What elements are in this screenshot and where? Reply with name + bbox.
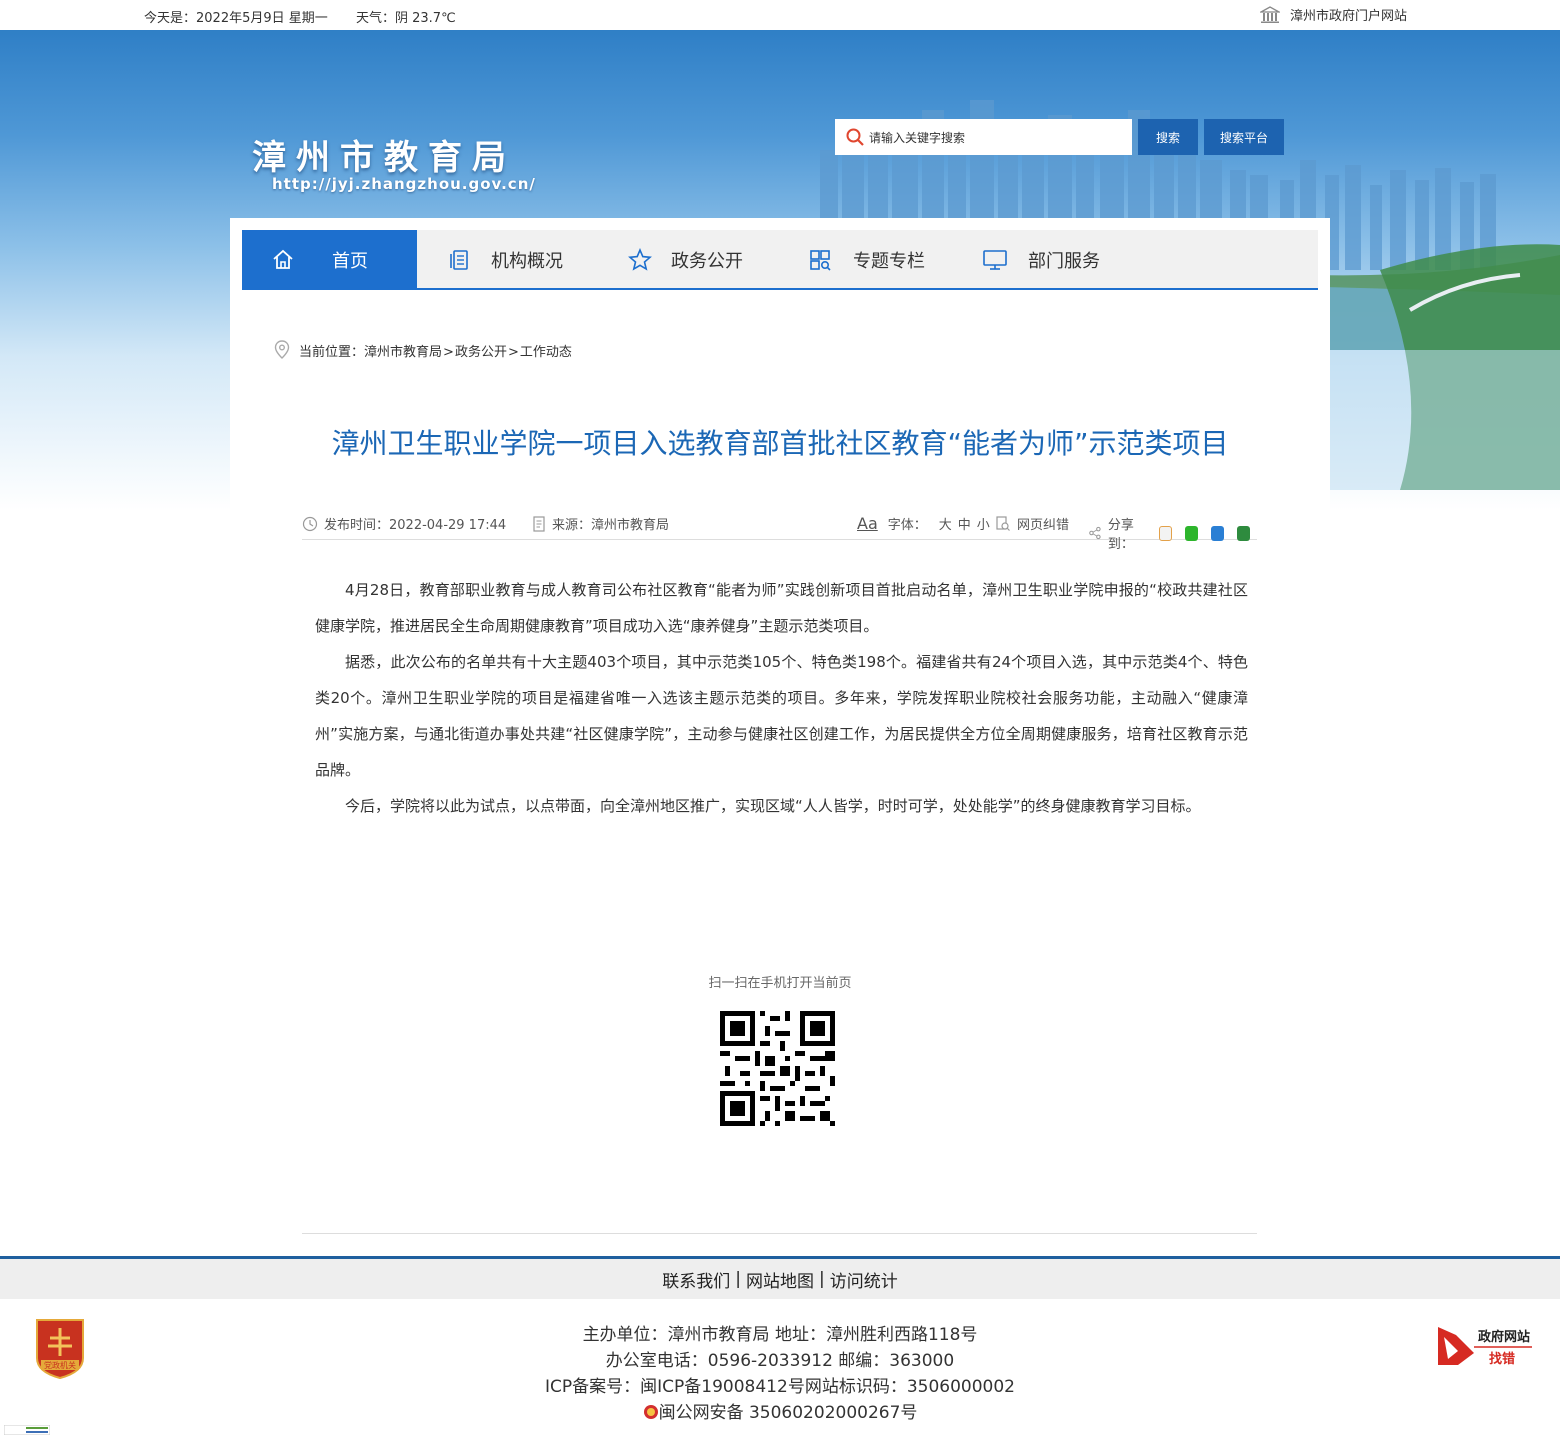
- nav-public-label: 政务公开: [671, 251, 743, 272]
- gov-website-error-report[interactable]: 政府网站 找错: [1436, 1323, 1536, 1369]
- share-bar: 分享到：: [1088, 514, 1257, 552]
- publish-time: 发布时间：2022-04-29 17:44: [302, 514, 506, 533]
- content-divider: [302, 1233, 1257, 1234]
- portal-link[interactable]: 漳州市政府门户网站: [1260, 5, 1407, 24]
- error-report-link[interactable]: 网页纠错: [995, 514, 1069, 533]
- font-medium-button[interactable]: 中: [958, 514, 971, 533]
- nav-about-label: 机构概况: [491, 251, 563, 272]
- breadcrumb-prefix: 当前位置：: [299, 344, 365, 360]
- footer-link-divider: |: [819, 1269, 825, 1289]
- party-badge-text: 党政机关: [44, 1360, 76, 1370]
- top-bar: 今天是：2022年5月9日 星期一 天气：阴 23.7℃ 漳州市政府门户网站: [0, 0, 1560, 30]
- home-icon: [270, 247, 296, 273]
- wechat-share-icon[interactable]: [1185, 525, 1199, 541]
- document-icon: [447, 247, 473, 273]
- font-label: 字体：: [887, 518, 927, 533]
- nav-public[interactable]: 政务公开: [597, 230, 777, 290]
- search-platform-button[interactable]: 搜索平台: [1204, 119, 1284, 155]
- qr-code-image: [720, 1011, 835, 1126]
- site-title: 漳州市教育局: [252, 138, 516, 178]
- search-doc-icon: [996, 515, 1010, 531]
- font-size-icon: Aa: [857, 514, 878, 533]
- footer-icp: ICP备案号：闽ICP备19008412号网站标识码：3506000002: [545, 1377, 1015, 1397]
- grid-icon: [807, 247, 833, 273]
- main-nav: 首页 机构概况 政务公开 专题专栏 部门服务: [242, 230, 1318, 290]
- douban-share-icon[interactable]: [1237, 525, 1250, 541]
- breadcrumb-separator: >: [443, 344, 454, 360]
- monitor-icon: [982, 247, 1008, 273]
- footer-links: 联系我们 | 网站地图 | 访问统计: [0, 1256, 1560, 1299]
- gov-site-sub: 找错: [1489, 1351, 1515, 1367]
- font-small-button[interactable]: 小: [977, 514, 990, 533]
- nav-topics-label: 专题专栏: [853, 251, 925, 272]
- location-pin-icon: [274, 340, 290, 359]
- breadcrumb-home[interactable]: 漳州市教育局: [364, 345, 442, 360]
- nav-topics[interactable]: 专题专栏: [777, 230, 952, 290]
- nav-about[interactable]: 机构概况: [417, 230, 597, 290]
- article-body: 4月28日，教育部职业教育与成人教育司公布社区教育“能者为师”实践创新项目首批启…: [315, 572, 1248, 824]
- nav-services[interactable]: 部门服务: [952, 230, 1132, 290]
- police-badge-icon: [643, 1405, 658, 1419]
- search-placeholder: 请输入关键字搜索: [869, 130, 966, 145]
- footer-sitemap-link[interactable]: 网站地图: [746, 1267, 814, 1292]
- article-paragraph: 据悉，此次公布的名单共有十大主题403个项目，其中示范类105个、特色类198个…: [315, 653, 1248, 779]
- breadcrumb: 当前位置：漳州市教育局>政务公开>工作动态: [273, 340, 572, 360]
- weather-info: 天气：阴 23.7℃: [356, 11, 456, 26]
- weibo-share-icon[interactable]: [1158, 525, 1173, 541]
- qq-share-icon[interactable]: [1211, 525, 1225, 541]
- article-paragraph: 4月28日，教育部职业教育与成人教育司公布社区教育“能者为师”实践创新项目首批启…: [315, 581, 1248, 635]
- party-government-badge-icon[interactable]: 党政机关: [33, 1316, 87, 1380]
- site-url: http://jyj.zhangzhou.gov.cn/: [272, 175, 536, 193]
- breadcrumb-separator: >: [507, 344, 519, 360]
- search-icon: [846, 128, 864, 146]
- qr-label: 扫一扫在手机打开当前页: [708, 976, 852, 991]
- article-meta: 发布时间：2022-04-29 17:44 来源：漳州市教育局 Aa 字体： 大…: [302, 512, 1257, 552]
- footer-link-divider: |: [735, 1269, 741, 1289]
- footer-police-text: 闽公网安备 35060202000267号: [658, 1403, 918, 1423]
- footer-police[interactable]: 闽公网安备 35060202000267号: [0, 1400, 1560, 1426]
- doc-icon: [533, 515, 545, 532]
- search-button[interactable]: 搜索: [1138, 119, 1198, 155]
- share-icon: [1089, 526, 1101, 540]
- building-icon: [1260, 5, 1280, 23]
- publish-time-text: 发布时间：2022-04-29 17:44: [324, 518, 507, 533]
- article-title: 漳州卫生职业学院一项目入选教育部首批社区教育“能者为师”示范类项目: [331, 427, 1229, 460]
- article-paragraph: 今后，学院将以此为试点，以点带面，向全漳州地区推广，实现区域“人人皆学，时时可学…: [345, 797, 1201, 815]
- cnzz-badge-icon[interactable]: [4, 1425, 50, 1435]
- footer-contact-link[interactable]: 联系我们: [662, 1267, 730, 1292]
- article-source: 来源：漳州市教育局: [532, 514, 669, 533]
- nav-home[interactable]: 首页: [242, 230, 417, 290]
- gov-website-badge-icon: 政府网站 找错: [1438, 1327, 1532, 1367]
- footer-phone: 办公室电话：0596-2033912 邮编：363000: [605, 1351, 955, 1371]
- footer-stats-link[interactable]: 访问统计: [830, 1267, 898, 1292]
- nav-services-label: 部门服务: [1028, 251, 1100, 272]
- current-date: 今天是：2022年5月9日 星期一: [144, 11, 328, 26]
- nav-home-label: 首页: [332, 251, 368, 272]
- footer-info: 主办单位：漳州市教育局 地址：漳州胜利西路118号 办公室电话：0596-203…: [0, 1322, 1560, 1426]
- clock-icon: [302, 516, 318, 531]
- error-report-label: 网页纠错: [1017, 518, 1070, 533]
- font-size-control: Aa 字体： 大 中 小: [857, 514, 990, 533]
- portal-link-label: 漳州市政府门户网站: [1290, 9, 1408, 24]
- breadcrumb-current[interactable]: 工作动态: [520, 345, 572, 360]
- article-source-text: 来源：漳州市教育局: [552, 518, 670, 533]
- share-label: 分享到：: [1107, 518, 1134, 552]
- breadcrumb-public[interactable]: 政务公开: [455, 345, 507, 360]
- gov-site-title: 政府网站: [1478, 1329, 1530, 1345]
- footer-host: 主办单位：漳州市教育局 地址：漳州胜利西路118号: [582, 1325, 978, 1345]
- star-icon: [627, 247, 653, 273]
- font-large-button[interactable]: 大: [939, 514, 952, 533]
- search-input[interactable]: 请输入关键字搜索: [835, 119, 1132, 155]
